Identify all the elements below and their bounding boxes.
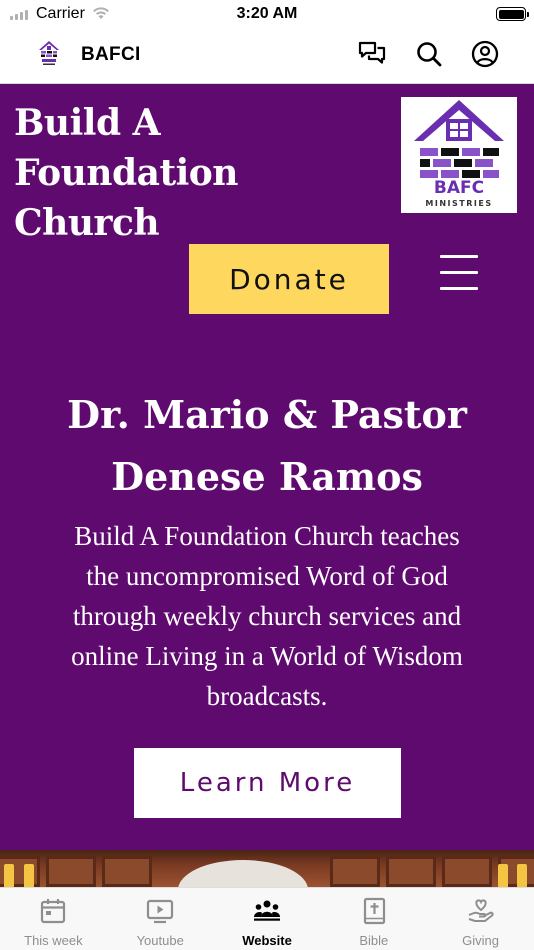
tab-bar: This week Youtube Website Bible Giving (0, 887, 534, 950)
calendar-icon (41, 899, 66, 924)
tab-youtube[interactable]: Youtube (107, 888, 214, 950)
hamburger-menu-icon[interactable] (440, 255, 478, 291)
church-description: Build A Foundation Church teaches the un… (71, 521, 463, 711)
tab-label: Website (242, 933, 292, 948)
app-header: BAFCI (0, 28, 534, 82)
bible-icon (363, 897, 385, 925)
logo-subtext: MINISTRIES (425, 199, 493, 208)
learn-more-button[interactable]: Learn More (134, 748, 401, 818)
church-photo (0, 850, 534, 887)
battery-icon (496, 7, 529, 21)
site-title[interactable]: Build A Foundation Church (14, 98, 274, 248)
pastors-headline: Dr. Mario & Pastor Denese Ramos (67, 392, 467, 499)
donate-button[interactable]: Donate (189, 244, 389, 314)
app-title: BAFCI (81, 44, 141, 65)
tab-label: Youtube (136, 933, 184, 948)
tab-website[interactable]: Website (214, 888, 321, 950)
giving-icon (468, 899, 494, 922)
tab-this-week[interactable]: This week (0, 888, 107, 950)
tab-giving[interactable]: Giving (427, 888, 534, 950)
website-hero: Build A Foundation Church BAFC MINISTRIE… (0, 83, 534, 850)
tab-label: Bible (359, 933, 389, 948)
logo-text: BAFC (433, 178, 485, 198)
bafc-ministries-logo[interactable]: BAFC MINISTRIES (401, 97, 517, 213)
account-icon[interactable] (471, 40, 499, 68)
app-logo[interactable] (37, 40, 61, 68)
tv-icon (147, 899, 174, 924)
tab-label: Giving (462, 933, 500, 948)
status-bar: Carrier 3:20 AM (0, 0, 534, 28)
people-icon (253, 900, 280, 921)
clock: 3:20 AM (236, 5, 298, 22)
chat-icon[interactable] (358, 40, 386, 68)
search-icon[interactable] (415, 40, 443, 68)
tab-label: This week (24, 933, 83, 948)
tab-bible[interactable]: Bible (320, 888, 427, 950)
